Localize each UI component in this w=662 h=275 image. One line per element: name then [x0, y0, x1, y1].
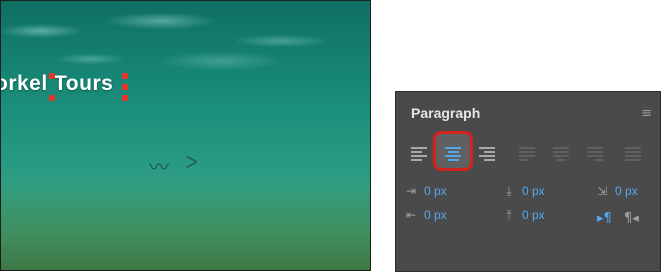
fish: ᐳ — [186, 153, 198, 172]
justify-last-left-icon — [519, 147, 535, 161]
panel-menu-icon[interactable]: ≡ — [641, 106, 652, 121]
indent-first-line-field[interactable]: ⇲ 0 px — [595, 182, 638, 200]
justify-all-button[interactable] — [621, 141, 645, 167]
indent-right-value[interactable]: 0 px — [424, 208, 447, 222]
align-right-button[interactable] — [475, 141, 499, 167]
justify-last-center-icon — [553, 147, 569, 161]
align-left-icon — [411, 147, 427, 161]
water-surface — [1, 1, 370, 81]
justify-last-center-button[interactable] — [549, 141, 573, 167]
right-to-left-button[interactable]: ¶◂ — [624, 211, 639, 229]
align-left-button[interactable] — [407, 141, 431, 167]
title-text[interactable]: orkel Tours — [1, 72, 113, 96]
indent-first-line-value[interactable]: 0 px — [615, 184, 638, 198]
selection-handle[interactable] — [122, 95, 128, 101]
panel-title: Paragraph — [411, 105, 481, 121]
space-after-icon: ⤒ — [506, 207, 512, 222]
space-after-value[interactable]: 0 px — [522, 208, 545, 222]
selection-handle[interactable] — [49, 95, 55, 101]
space-before-icon: ⤓ — [506, 183, 512, 198]
space-after-field[interactable]: ⤒ 0 px — [502, 206, 545, 224]
indent-right-icon: ⇤ — [405, 208, 417, 222]
indent-left-icon: ⇥ — [405, 184, 417, 198]
indent-left-value[interactable]: 0 px — [424, 184, 447, 198]
selection-handle[interactable] — [49, 73, 55, 79]
video-preview: 〰 ᐳ orkel Tours — [0, 0, 371, 271]
justify-last-right-button[interactable] — [583, 141, 607, 167]
right-to-left-icon: ¶◂ — [624, 211, 639, 226]
left-to-right-icon: ▸¶ — [597, 211, 612, 226]
justify-all-icon — [625, 147, 641, 161]
selection-handle[interactable] — [122, 73, 128, 79]
left-to-right-button[interactable]: ▸¶ — [597, 211, 612, 229]
indent-first-line-icon: ⇲ — [596, 184, 608, 198]
highlight-ring — [433, 131, 473, 171]
justify-last-right-icon — [587, 147, 603, 161]
space-before-field[interactable]: ⤓ 0 px — [502, 182, 545, 200]
space-before-value[interactable]: 0 px — [522, 184, 545, 198]
seabed — [1, 180, 370, 270]
align-right-icon — [479, 147, 495, 161]
fish: 〰 — [149, 155, 169, 179]
panel-header: Paragraph ≡ — [396, 92, 660, 124]
indent-left-field[interactable]: ⇥ 0 px — [404, 182, 447, 200]
selection-handle[interactable] — [122, 84, 128, 90]
justify-last-left-button[interactable] — [515, 141, 539, 167]
indent-right-field[interactable]: ⇤ 0 px — [404, 206, 447, 224]
